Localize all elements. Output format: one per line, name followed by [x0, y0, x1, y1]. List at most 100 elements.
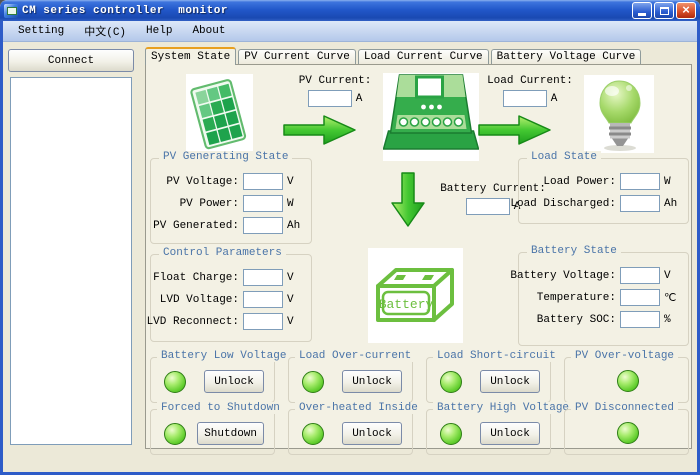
battery-state-group: Battery State Battery Voltage: V Tempera…: [518, 252, 689, 346]
tab-system-state[interactable]: System State: [145, 47, 236, 65]
pv-generated-field[interactable]: [243, 217, 283, 234]
minimize-icon: [638, 13, 646, 16]
status-forced-to-shutdown: Forced to Shutdown Shutdown: [150, 409, 275, 455]
load-current-block: Load Current: A: [474, 75, 586, 107]
led-indicator: [164, 371, 186, 393]
load-state-title: Load State: [527, 151, 601, 163]
menu-setting[interactable]: Setting: [9, 23, 73, 39]
load-current-label: Load Current:: [487, 75, 573, 87]
app-icon: [4, 4, 18, 18]
unlock-over-heated-button[interactable]: Unlock: [342, 422, 402, 445]
lvd-voltage-row: LVD Voltage: V: [155, 291, 305, 308]
lvd-reconnect-field[interactable]: [243, 313, 283, 330]
unlock-load-short-circuit-button[interactable]: Unlock: [480, 370, 540, 393]
temperature-unit: ℃: [664, 291, 682, 305]
battery-current-field[interactable]: [466, 198, 510, 215]
lvd-voltage-label: LVD Voltage:: [160, 294, 239, 306]
pv-power-row: PV Power: W: [155, 195, 305, 212]
temperature-label: Temperature:: [537, 292, 616, 304]
battery-soc-row: Battery SOC: %: [523, 311, 682, 328]
titlebar[interactable]: CM series controller monitor ×: [0, 0, 700, 21]
load-power-unit: W: [664, 176, 682, 188]
menu-language[interactable]: 中文(C): [75, 21, 135, 41]
load-discharged-row: Load Discharged: Ah: [523, 195, 682, 212]
tab-load-current-curve[interactable]: Load Current Curve: [358, 49, 489, 65]
menu-about[interactable]: About: [183, 23, 234, 39]
close-button[interactable]: ×: [676, 2, 696, 19]
tab-battery-voltage-curve[interactable]: Battery Voltage Curve: [491, 49, 642, 65]
lvd-reconnect-row: LVD Reconnect: V: [155, 313, 305, 330]
lvd-reconnect-label: LVD Reconnect:: [147, 316, 239, 328]
battery-soc-unit: %: [664, 314, 682, 326]
battery-icon-label: Battery: [379, 297, 434, 312]
status-load-over-current-title: Load Over-current: [295, 350, 415, 362]
arrow-right-load-icon: [477, 112, 553, 148]
load-discharged-unit: Ah: [664, 198, 682, 210]
unlock-battery-high-voltage-button[interactable]: Unlock: [480, 422, 540, 445]
load-power-row: Load Power: W: [523, 173, 682, 190]
maximize-button[interactable]: [654, 2, 674, 19]
connect-button[interactable]: Connect: [8, 49, 134, 72]
float-charge-unit: V: [287, 272, 305, 284]
status-load-over-current: Load Over-current Unlock: [288, 357, 413, 403]
pv-power-field[interactable]: [243, 195, 283, 212]
float-charge-field[interactable]: [243, 269, 283, 286]
status-row-2: Forced to Shutdown Shutdown Over-heated …: [150, 409, 689, 455]
unlock-battery-low-voltage-button[interactable]: Unlock: [204, 370, 264, 393]
battery-state-title: Battery State: [527, 245, 621, 257]
window-frame: Setting 中文(C) Help About Connect System …: [0, 21, 700, 475]
status-pv-disconnected-title: PV Disconnected: [571, 402, 678, 414]
bulb-icon: [584, 75, 654, 153]
pv-current-block: PV Current: A: [279, 75, 391, 107]
pv-generated-unit: Ah: [287, 220, 305, 232]
pv-power-label: PV Power:: [180, 198, 239, 210]
device-listbox[interactable]: [10, 77, 132, 445]
system-state-panel: PV Current: A: [145, 64, 692, 449]
pv-current-label: PV Current:: [299, 75, 372, 87]
load-current-field[interactable]: [503, 90, 547, 107]
battery-soc-label: Battery SOC:: [537, 314, 616, 326]
load-discharged-field[interactable]: [620, 195, 660, 212]
window-controls: ×: [632, 2, 696, 19]
pv-current-unit: A: [356, 93, 363, 105]
float-charge-row: Float Charge: V: [155, 269, 305, 286]
status-forced-to-shutdown-title: Forced to Shutdown: [157, 402, 284, 414]
pv-current-field[interactable]: [308, 90, 352, 107]
status-pv-over-voltage-title: PV Over-voltage: [571, 350, 678, 362]
status-pv-over-voltage: PV Over-voltage: [564, 357, 689, 403]
pv-voltage-unit: V: [287, 176, 305, 188]
control-parameters-title: Control Parameters: [159, 247, 286, 259]
status-load-short-circuit: Load Short-circuit Unlock: [426, 357, 551, 403]
battery-voltage-field[interactable]: [620, 267, 660, 284]
tab-pv-current-curve[interactable]: PV Current Curve: [238, 49, 356, 65]
solar-panel-icon: [186, 74, 253, 156]
pv-generating-state-title: PV Generating State: [159, 151, 292, 163]
unlock-load-over-current-button[interactable]: Unlock: [342, 370, 402, 393]
lvd-reconnect-unit: V: [287, 316, 305, 328]
load-state-group: Load State Load Power: W Load Discharged…: [518, 158, 689, 224]
led-indicator: [302, 371, 324, 393]
pv-generating-state-group: PV Generating State PV Voltage: V PV Pow…: [150, 158, 312, 244]
led-indicator: [617, 370, 639, 392]
battery-icon: Battery: [368, 248, 463, 343]
temperature-row: Temperature: ℃: [523, 289, 682, 306]
pv-voltage-label: PV Voltage:: [166, 176, 239, 188]
load-power-field[interactable]: [620, 173, 660, 190]
load-discharged-label: Load Discharged:: [510, 198, 616, 210]
battery-soc-field[interactable]: [620, 311, 660, 328]
client-area: Connect System State PV Current Curve Lo…: [3, 43, 697, 451]
battery-voltage-label: Battery Voltage:: [510, 270, 616, 282]
led-indicator: [440, 371, 462, 393]
lvd-voltage-field[interactable]: [243, 291, 283, 308]
status-battery-high-voltage-title: Battery High Voltage: [433, 402, 573, 414]
status-battery-low-voltage: Battery Low Voltage Unlock: [150, 357, 275, 403]
pv-generated-label: PV Generated:: [153, 220, 239, 232]
minimize-button[interactable]: [632, 2, 652, 19]
menu-help[interactable]: Help: [137, 23, 181, 39]
arrow-down-battery-icon: [389, 171, 427, 229]
status-battery-low-voltage-title: Battery Low Voltage: [157, 350, 290, 362]
arrow-right-pv-icon: [282, 112, 358, 148]
temperature-field[interactable]: [620, 289, 660, 306]
pv-voltage-field[interactable]: [243, 173, 283, 190]
shutdown-button[interactable]: Shutdown: [197, 422, 264, 445]
